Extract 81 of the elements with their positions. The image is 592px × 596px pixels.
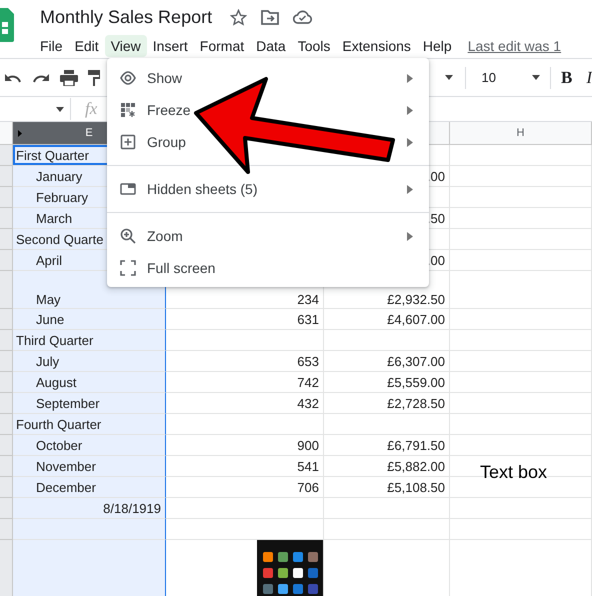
table-cell[interactable]: £6,791.50 xyxy=(324,435,450,456)
menu-item[interactable]: Help xyxy=(416,35,458,57)
row-header[interactable] xyxy=(0,208,13,229)
bold-button[interactable]: B xyxy=(560,68,572,88)
eye-icon xyxy=(120,70,136,86)
menu-item[interactable]: File xyxy=(34,35,69,57)
window-icon xyxy=(120,181,136,197)
row-header[interactable] xyxy=(0,435,13,456)
table-cell[interactable]: £5,559.00 xyxy=(324,372,450,393)
plus-box-icon xyxy=(120,134,136,150)
star-icon[interactable] xyxy=(230,8,248,26)
function-label: fx xyxy=(85,99,98,119)
cloud-icon[interactable] xyxy=(293,10,312,24)
last-edit-link[interactable]: Last edit was 1 xyxy=(468,38,562,54)
select-all-corner[interactable] xyxy=(0,122,13,145)
paint-roller-icon[interactable] xyxy=(88,70,100,86)
table-cell[interactable]: £4,607.00 xyxy=(324,309,450,330)
font-size-field[interactable]: 10 xyxy=(466,70,550,85)
table-cell[interactable]: October xyxy=(13,435,166,456)
caret-icon[interactable] xyxy=(444,75,453,80)
row-header[interactable] xyxy=(0,145,13,166)
table-cell[interactable]: September xyxy=(13,393,166,414)
row-header[interactable] xyxy=(0,393,13,414)
grid-icon xyxy=(120,102,136,118)
row-header[interactable] xyxy=(0,166,13,187)
row-header[interactable] xyxy=(0,187,13,208)
row-header[interactable] xyxy=(0,229,13,250)
document-title[interactable]: Monthly Sales Report xyxy=(40,6,212,28)
table-cell[interactable] xyxy=(13,519,166,540)
row-header[interactable] xyxy=(0,540,13,596)
table-cell[interactable]: 432 xyxy=(166,393,324,414)
menu-item[interactable]: Data xyxy=(250,35,292,57)
table-cell[interactable]: 706 xyxy=(166,477,324,498)
row-header[interactable] xyxy=(0,372,13,393)
table-cell[interactable]: £5,108.50 xyxy=(324,477,450,498)
row-header[interactable] xyxy=(0,456,13,477)
row-header[interactable] xyxy=(0,309,13,330)
sheets-logo[interactable] xyxy=(0,8,14,42)
table-cell[interactable]: July xyxy=(13,351,166,372)
menu-item[interactable]: Format xyxy=(194,35,250,57)
column-header[interactable]: H xyxy=(450,122,592,145)
table-cell[interactable]: 541 xyxy=(166,456,324,477)
table-cell[interactable]: 653 xyxy=(166,351,324,372)
name-box-caret-icon[interactable] xyxy=(56,106,64,112)
menu-item[interactable]: Insert xyxy=(146,35,194,57)
menu-item[interactable]: Tools xyxy=(292,35,336,57)
row-header[interactable] xyxy=(0,351,13,372)
menu-item[interactable]: View xyxy=(104,35,147,57)
row-header[interactable] xyxy=(0,519,13,540)
table-cell[interactable]: Third Quarter xyxy=(13,330,166,351)
text-box[interactable]: Text box xyxy=(480,462,548,483)
zoom-icon xyxy=(120,228,136,244)
table-cell[interactable] xyxy=(13,540,166,596)
caret-icon[interactable] xyxy=(532,75,540,80)
row-header[interactable] xyxy=(0,250,13,271)
row-header[interactable] xyxy=(0,330,13,351)
table-cell[interactable]: Fourth Quarter xyxy=(13,414,166,435)
table-cell[interactable]: 8/18/1919 xyxy=(13,498,166,519)
print-icon[interactable] xyxy=(60,70,78,86)
table-cell[interactable]: 900 xyxy=(166,435,324,456)
row-header[interactable] xyxy=(0,498,13,519)
redo-icon[interactable] xyxy=(32,72,50,82)
table-cell[interactable]: £5,882.00 xyxy=(324,456,450,477)
row-header[interactable] xyxy=(0,414,13,435)
table-cell[interactable]: November xyxy=(13,456,166,477)
table-cell[interactable]: December xyxy=(13,477,166,498)
row-header[interactable] xyxy=(0,477,13,498)
menu-item[interactable]: Edit xyxy=(68,35,105,57)
folder-icon[interactable] xyxy=(261,10,280,24)
table-cell[interactable]: £2,728.50 xyxy=(324,393,450,414)
table-cell[interactable]: August xyxy=(13,372,166,393)
fullscreen-icon xyxy=(120,260,136,276)
row-header[interactable] xyxy=(0,271,13,309)
menu-option[interactable]: Show xyxy=(107,62,429,94)
table-cell[interactable]: 631 xyxy=(166,309,324,330)
table-cell[interactable]: £6,307.00 xyxy=(324,351,450,372)
table-cell[interactable]: 742 xyxy=(166,372,324,393)
triangle-icon[interactable] xyxy=(18,130,22,137)
undo-icon[interactable] xyxy=(4,72,22,82)
table-cell[interactable]: June xyxy=(13,309,166,330)
menu-item[interactable]: Extensions xyxy=(336,35,417,57)
